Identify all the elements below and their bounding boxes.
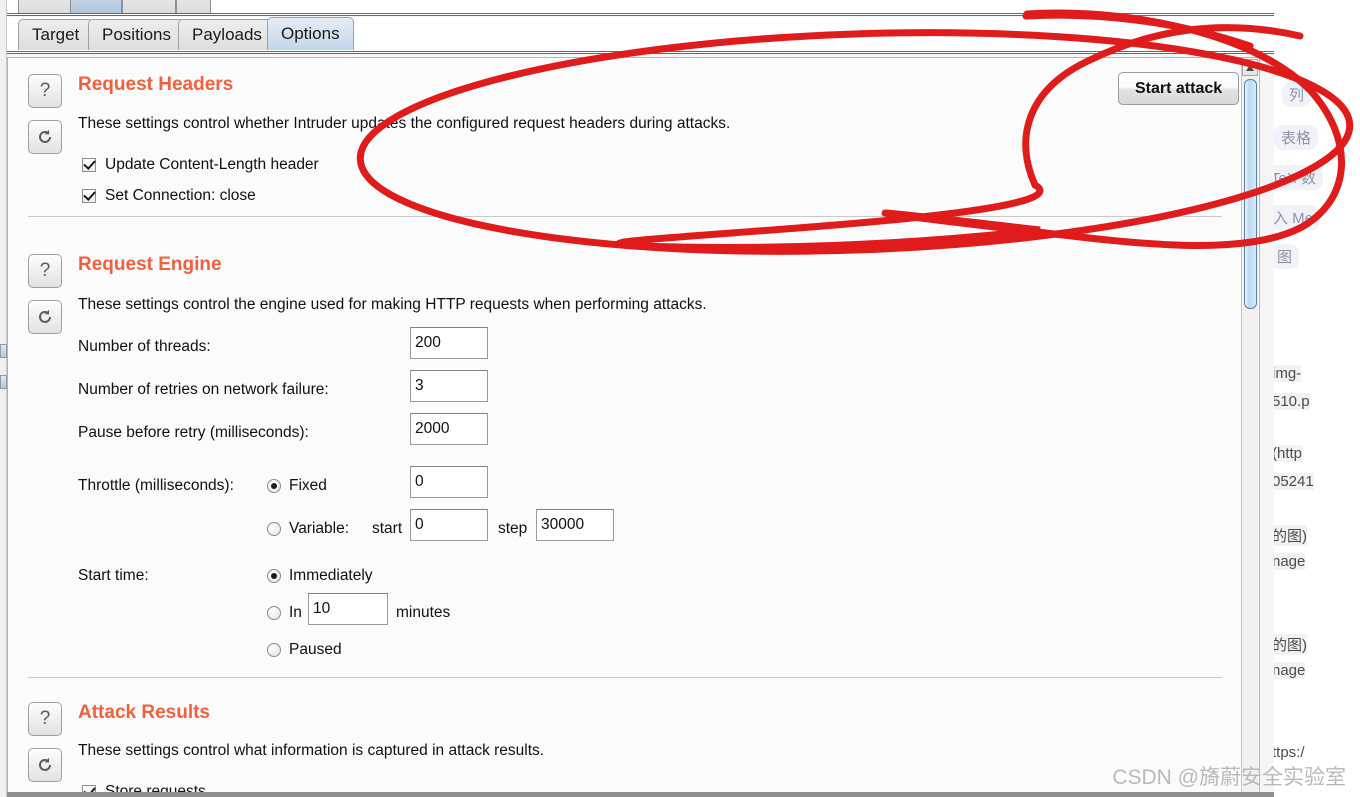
section-divider	[28, 216, 1222, 217]
bg-text-line: ttps:/	[1272, 744, 1305, 761]
tab-options[interactable]: Options	[267, 17, 354, 50]
section-title: Attack Results	[78, 702, 210, 723]
radio-start-in-minutes[interactable]: In	[267, 604, 302, 622]
bg-text-line: 05241	[1272, 473, 1314, 490]
checkbox-set-connection-close[interactable]: Set Connection: close	[82, 187, 256, 205]
bg-chip: TeX 数	[1268, 165, 1324, 190]
section-description: These settings control what information …	[78, 742, 545, 759]
section-title: Request Engine	[78, 254, 222, 275]
label-number-of-threads: Number of threads:	[78, 338, 211, 355]
burp-intruder-window: Target Positions Payloads Options Start …	[0, 0, 1274, 797]
radio-throttle-variable[interactable]: Variable:	[267, 520, 349, 538]
bg-text-line: 的图)	[1272, 525, 1307, 546]
tab-positions[interactable]: Positions	[88, 19, 185, 50]
help-question-mark-icon[interactable]: ?	[28, 702, 62, 736]
input-number-of-threads[interactable]	[410, 327, 488, 359]
tab-bar-separator	[0, 51, 1274, 54]
input-pause-before-retry[interactable]	[410, 413, 488, 445]
label-minutes-suffix: minutes	[396, 604, 451, 621]
radio-dot-icon	[267, 643, 281, 657]
scrollbar-thumb[interactable]	[1244, 79, 1257, 309]
input-start-in-minutes[interactable]	[308, 593, 388, 625]
options-panel: Start attack ? Request Headers These set…	[7, 57, 1260, 797]
bg-text-line: 510.p	[1272, 393, 1310, 410]
outer-tab-strip	[0, 0, 1274, 14]
bg-text-line: nage	[1272, 662, 1306, 679]
input-throttle-fixed[interactable]	[410, 466, 488, 498]
radio-label: Immediately	[289, 567, 373, 584]
section-divider	[28, 677, 1222, 678]
section-description: These settings control whether Intruder …	[78, 115, 731, 132]
label-pause-before-retry: Pause before retry (milliseconds):	[78, 424, 309, 441]
rail-icon[interactable]	[0, 375, 7, 389]
question-mark-glyph: ?	[39, 260, 51, 281]
left-rail	[0, 0, 7, 797]
checkbox-box-icon	[82, 189, 96, 203]
csdn-watermark: CSDN @旖蔚安全实验室	[1112, 766, 1346, 789]
bg-chip: 列	[1282, 82, 1312, 107]
radio-label: Variable:	[289, 520, 350, 537]
radio-label: In	[289, 604, 302, 621]
screenshot-root: 列 表格 TeX 数 入 Me 图 img- 510.p (http 05241…	[0, 0, 1360, 797]
radio-throttle-fixed[interactable]: Fixed	[267, 477, 327, 495]
section-title: Request Headers	[78, 74, 234, 95]
scroll-up-arrow-icon[interactable]	[1242, 59, 1258, 76]
reset-refresh-icon[interactable]	[28, 120, 62, 154]
label-throttle: Throttle (milliseconds):	[78, 477, 234, 494]
start-attack-button[interactable]: Start attack	[1118, 72, 1240, 105]
radio-dot-icon	[267, 479, 281, 493]
panel-scrollbar[interactable]	[1241, 59, 1258, 797]
bg-text-line: (http	[1272, 445, 1303, 462]
outer-tab[interactable]	[122, 0, 176, 13]
window-bottom-edge	[0, 792, 1274, 797]
label-throttle-step: step	[498, 520, 528, 537]
tab-target[interactable]: Target	[18, 19, 94, 50]
outer-tab[interactable]	[176, 0, 211, 13]
bg-chip: 表格	[1274, 125, 1319, 150]
label-number-of-retries: Number of retries on network failure:	[78, 381, 329, 398]
question-mark-glyph: ?	[39, 80, 51, 101]
radio-label: Fixed	[289, 477, 327, 494]
radio-dot-icon	[267, 606, 281, 620]
radio-dot-icon	[267, 522, 281, 536]
checkbox-update-content-length[interactable]: Update Content-Length header	[82, 156, 319, 174]
bg-chip: 图	[1270, 244, 1300, 269]
checkbox-label: Update Content-Length header	[105, 156, 319, 173]
help-question-mark-icon[interactable]: ?	[28, 254, 62, 288]
radio-start-paused[interactable]: Paused	[267, 641, 342, 659]
radio-label: Paused	[289, 641, 342, 658]
reset-refresh-icon[interactable]	[28, 748, 62, 782]
radio-start-immediately[interactable]: Immediately	[267, 567, 373, 585]
rail-icon[interactable]	[0, 344, 7, 358]
input-throttle-step[interactable]	[536, 509, 614, 541]
bg-text-line: 的图)	[1272, 634, 1307, 655]
intruder-tab-bar: Target Positions Payloads Options	[0, 17, 1274, 53]
reset-refresh-icon[interactable]	[28, 300, 62, 334]
outer-tab-separator	[0, 13, 1274, 16]
radio-dot-icon	[267, 569, 281, 583]
bg-text-line: nage	[1272, 553, 1306, 570]
input-number-of-retries[interactable]	[410, 370, 488, 402]
checkbox-label: Set Connection: close	[105, 187, 256, 204]
bg-text-line: img-	[1272, 365, 1302, 382]
bg-chip: 入 Me	[1268, 205, 1321, 230]
label-throttle-start: start	[372, 520, 403, 537]
outer-tab-active[interactable]	[70, 0, 122, 13]
input-throttle-start[interactable]	[410, 509, 488, 541]
help-question-mark-icon[interactable]: ?	[28, 74, 62, 108]
question-mark-glyph: ?	[39, 708, 51, 729]
tab-payloads[interactable]: Payloads	[178, 19, 276, 50]
label-start-time: Start time:	[78, 567, 149, 584]
background-document: 列 表格 TeX 数 入 Me 图 img- 510.p (http 05241…	[1268, 0, 1360, 797]
checkbox-box-icon	[82, 158, 96, 172]
section-description: These settings control the engine used f…	[78, 296, 707, 313]
